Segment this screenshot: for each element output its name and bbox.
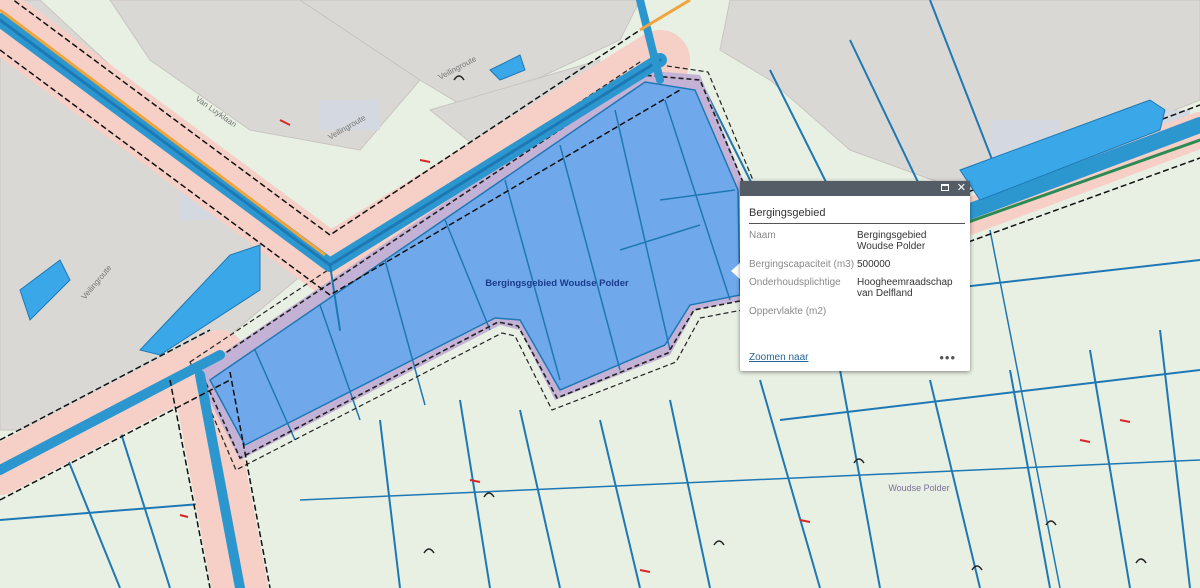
popup-footer: Zoomen naar •••	[749, 350, 956, 365]
maximize-icon[interactable]	[940, 181, 949, 196]
attribute-key: Naam	[749, 230, 776, 241]
attribute-value: Bergingsgebied Woudse Polder	[857, 230, 927, 252]
attribute-row: Bergingscapaciteit (m3) 500000	[749, 259, 961, 277]
popup-divider	[749, 223, 965, 224]
map-canvas[interactable]: Bergingsgebied Woudse Polder Woudse Pold…	[0, 0, 1200, 588]
popup-title: Bergingsgebied	[749, 207, 826, 219]
popup-attributes: Naam Bergingsgebied Woudse Polder Bergin…	[749, 230, 961, 324]
attribute-value: 500000	[857, 259, 891, 270]
attribute-row: Naam Bergingsgebied Woudse Polder	[749, 230, 961, 259]
storage-area-label: Bergingsgebied Woudse Polder	[485, 278, 629, 289]
attribute-key: Bergingscapaciteit (m3)	[749, 259, 855, 270]
polder-label: Woudse Polder	[888, 483, 949, 493]
attribute-value: Hoogheemraadschap van Delfland	[857, 277, 953, 299]
feature-popup: ✕ Bergingsgebied Naam Bergingsgebied Wou…	[740, 181, 970, 371]
attribute-value	[857, 306, 961, 324]
more-options-icon[interactable]: •••	[939, 350, 956, 365]
attribute-row: Oppervlakte (m2)	[749, 306, 961, 324]
close-icon[interactable]: ✕	[957, 181, 966, 196]
zoom-to-link[interactable]: Zoomen naar	[749, 352, 808, 363]
attribute-row: Onderhoudsplichtige Hoogheemraadschap va…	[749, 277, 961, 306]
attribute-key: Oppervlakte (m2)	[749, 306, 827, 317]
attribute-key: Onderhoudsplichtige	[749, 277, 841, 288]
popup-header: ✕	[740, 181, 970, 196]
